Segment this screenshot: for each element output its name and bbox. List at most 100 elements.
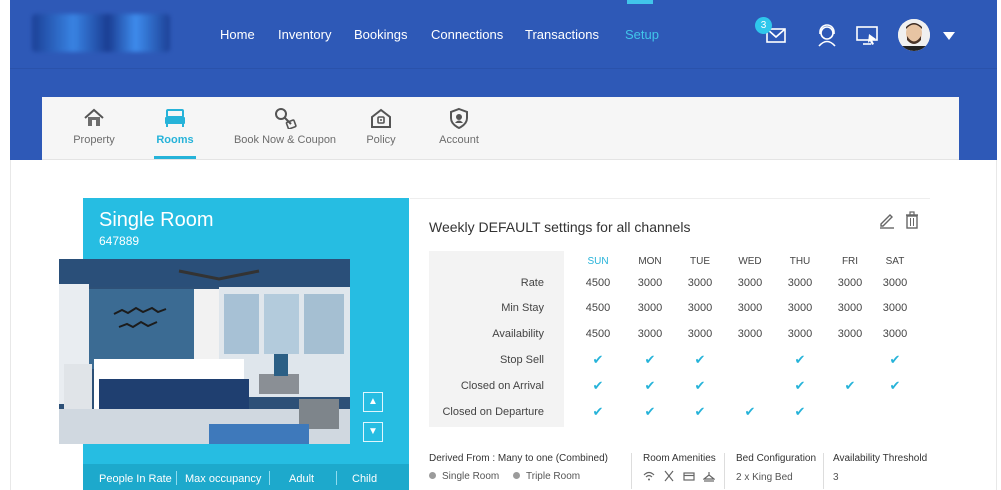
tab-property[interactable]: Property — [71, 107, 117, 146]
checkmark-icon[interactable]: ✔ — [625, 352, 675, 368]
room-title: Single Room — [99, 209, 214, 231]
checkmark-icon[interactable]: ✔ — [825, 378, 875, 394]
user-avatar[interactable] — [898, 19, 930, 51]
day-header-sun: SUN — [587, 256, 609, 267]
checkmark-icon[interactable]: ✔ — [625, 404, 675, 420]
footer-adult: Adult — [289, 473, 315, 485]
nav-bookings[interactable]: Bookings — [354, 27, 407, 42]
account-dropdown-caret[interactable] — [943, 32, 955, 40]
hanger-icon — [703, 472, 715, 482]
value-cell[interactable]: 3000 — [825, 302, 875, 314]
checkmark-icon[interactable]: ✔ — [573, 352, 623, 368]
weekly-settings-title: Weekly DEFAULT settings for all channels — [429, 219, 691, 235]
delete-icon[interactable] — [904, 211, 920, 229]
checkmark-icon[interactable]: ✔ — [573, 378, 623, 394]
value-cell[interactable]: 3000 — [675, 302, 725, 314]
day-header-wed: WED — [738, 256, 762, 267]
derived-room-2: Triple Room — [513, 471, 580, 482]
derived-room-1: Single Room — [429, 471, 499, 482]
value-cell[interactable]: 3000 — [675, 328, 725, 340]
checkmark-icon[interactable]: ✔ — [675, 352, 725, 368]
value-cell[interactable]: 3000 — [825, 328, 875, 340]
bedroom-image — [59, 259, 350, 444]
row-label-rate: Rate — [520, 277, 544, 289]
tab-policy-label: Policy — [366, 134, 396, 146]
checkmark-icon[interactable]: ✔ — [870, 378, 920, 394]
tab-property-label: Property — [73, 134, 115, 146]
nav-transactions[interactable]: Transactions — [525, 27, 599, 42]
tab-policy[interactable]: Policy — [363, 107, 399, 146]
value-cell[interactable]: 3000 — [725, 277, 775, 289]
footer-separator — [336, 471, 337, 485]
policy-house-icon — [371, 108, 391, 128]
room-code: 647889 — [99, 234, 140, 248]
checkmark-icon[interactable]: ✔ — [573, 404, 623, 420]
day-header-mon: MON — [638, 256, 662, 267]
footer-separator — [176, 471, 177, 485]
value-cell[interactable]: 4500 — [573, 277, 623, 289]
weekly-settings-panel: Weekly DEFAULT settings for all channels… — [410, 198, 930, 490]
row-label-closed-on-arrival: Closed on Arrival — [460, 380, 544, 392]
room-amenities-label: Room Amenities — [643, 453, 716, 464]
value-cell[interactable]: 3000 — [625, 328, 675, 340]
details-separator — [823, 453, 824, 489]
checkmark-icon[interactable]: ✔ — [675, 378, 725, 394]
tab-book-now-coupon[interactable]: Book Now & Coupon — [233, 107, 337, 146]
value-cell[interactable]: 3000 — [625, 277, 675, 289]
day-header-sat: SAT — [885, 256, 905, 267]
setup-tabs: Property Rooms Book Now & Coupon Policy — [42, 97, 959, 160]
checkmark-icon[interactable]: ✔ — [870, 352, 920, 368]
checkmark-icon[interactable]: ✔ — [725, 404, 775, 420]
room-photo[interactable] — [59, 259, 350, 444]
value-cell[interactable]: 3000 — [675, 277, 725, 289]
bed-configuration-label: Bed Configuration — [736, 453, 817, 464]
checkmark-icon[interactable]: ✔ — [775, 378, 825, 394]
room-card-footer: People In Rate Max occupancy Adult Child — [83, 464, 409, 490]
checkmark-icon[interactable]: ✔ — [675, 404, 725, 420]
row-label-availability: Availability — [492, 328, 544, 340]
room-details: Derived From : Many to one (Combined) Si… — [429, 453, 929, 490]
mail-count-badge: 3 — [755, 17, 772, 34]
value-cell[interactable]: 3000 — [725, 302, 775, 314]
footer-people-in-rate: People In Rate — [99, 473, 172, 485]
value-cell[interactable]: 3000 — [725, 328, 775, 340]
nav-connections[interactable]: Connections — [431, 27, 503, 42]
nav-setup[interactable]: Setup — [625, 27, 659, 42]
wifi-icon — [643, 471, 655, 481]
value-cell[interactable]: 4500 — [573, 302, 623, 314]
nav-active-indicator — [627, 0, 653, 4]
checkmark-icon[interactable]: ✔ — [775, 352, 825, 368]
edit-icon[interactable] — [878, 211, 896, 229]
tab-book-now-label: Book Now & Coupon — [233, 134, 337, 146]
photo-down-button[interactable]: ▼ — [363, 422, 383, 442]
value-cell[interactable]: 3000 — [870, 302, 920, 314]
value-cell[interactable]: 3000 — [625, 302, 675, 314]
day-header-thu: THU — [789, 256, 811, 267]
room-card: Single Room 647889 ▲ ▼ People In Rate Ma… — [59, 198, 409, 490]
brand-logo[interactable] — [32, 14, 170, 52]
photo-up-button[interactable]: ▲ — [363, 392, 383, 412]
nav-home[interactable]: Home — [220, 27, 255, 42]
key-tag-icon — [275, 108, 297, 129]
screen-share-icon[interactable] — [854, 22, 880, 48]
bed-configuration-value: 2 x King Bed — [736, 472, 793, 483]
checkmark-icon[interactable]: ✔ — [775, 404, 825, 420]
availability-threshold-value: 3 — [833, 472, 839, 483]
support-headset-icon[interactable] — [814, 22, 840, 48]
value-cell[interactable]: 3000 — [775, 302, 825, 314]
day-header-tue: TUE — [690, 256, 710, 267]
value-cell[interactable]: 3000 — [870, 277, 920, 289]
value-cell[interactable]: 3000 — [775, 328, 825, 340]
card-icon — [683, 472, 695, 481]
value-cell[interactable]: 4500 — [573, 328, 623, 340]
nav-inventory[interactable]: Inventory — [278, 27, 331, 42]
value-cell[interactable]: 3000 — [870, 328, 920, 340]
tab-rooms[interactable]: Rooms — [155, 107, 195, 146]
value-cell[interactable]: 3000 — [825, 277, 875, 289]
details-separator — [724, 453, 725, 489]
value-cell[interactable]: 3000 — [775, 277, 825, 289]
shield-account-icon — [450, 107, 468, 129]
tab-account[interactable]: Account — [437, 107, 481, 146]
checkmark-icon[interactable]: ✔ — [625, 378, 675, 394]
day-header-fri: FRI — [841, 256, 859, 267]
